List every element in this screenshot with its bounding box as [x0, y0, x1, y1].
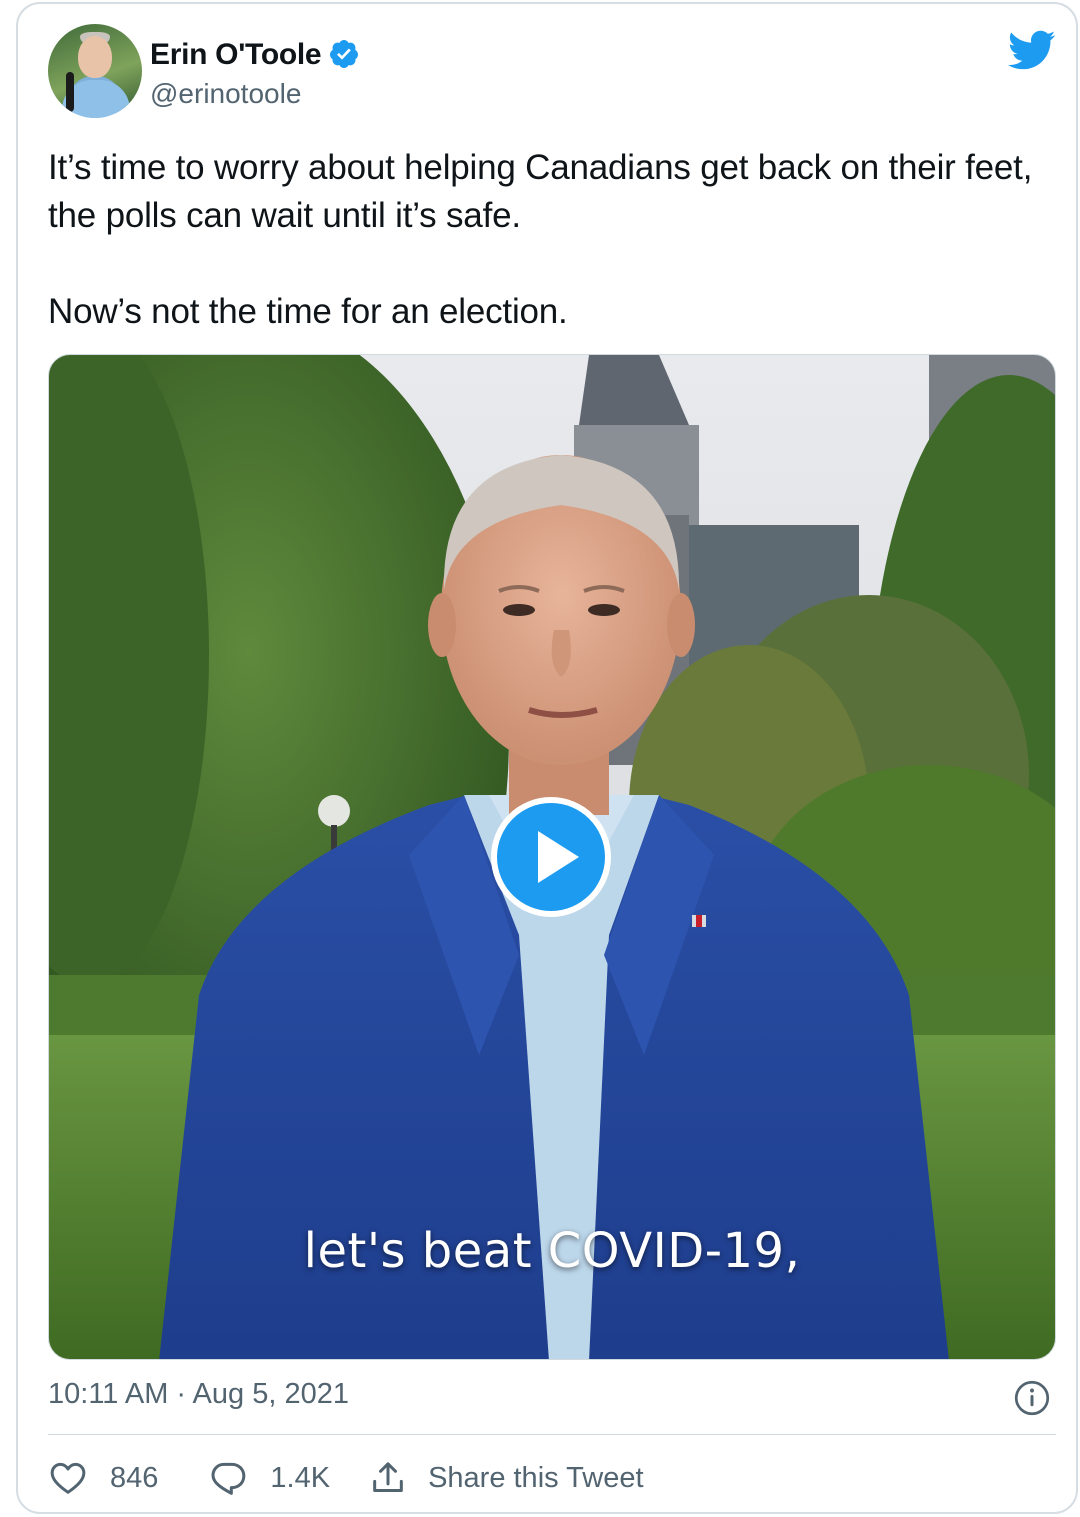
tweet-video[interactable]: let's beat COVID-19,: [48, 354, 1056, 1360]
divider: [48, 1434, 1056, 1435]
share-button[interactable]: Share this Tweet: [368, 1458, 644, 1498]
twitter-bird-icon[interactable]: [1006, 28, 1056, 72]
reply-button[interactable]: 1.4K: [208, 1458, 330, 1498]
reply-icon: [211, 1462, 246, 1495]
avatar-head: [78, 36, 112, 78]
like-button[interactable]: 846: [48, 1458, 158, 1498]
author-name[interactable]: Erin O'Toole: [150, 38, 322, 72]
author-handle[interactable]: @erinotoole: [150, 78, 301, 110]
tweet-text: It’s time to worry about helping Canadia…: [48, 148, 1033, 331]
verified-badge-icon: [329, 40, 358, 68]
video-caption: let's beat COVID-19,: [303, 1223, 801, 1279]
reply-count: 1.4K: [270, 1461, 331, 1494]
info-icon[interactable]: [1014, 1380, 1050, 1416]
heart-icon: [50, 1462, 86, 1494]
share-label: Share this Tweet: [428, 1461, 644, 1494]
share-icon: [373, 1462, 403, 1492]
action-bar: 846 1.4K Share this Tweet: [48, 1452, 644, 1504]
tweet-timestamp[interactable]: 10:11 AM · Aug 5, 2021: [48, 1378, 349, 1411]
avatar-microphone: [66, 72, 74, 112]
avatar[interactable]: [48, 24, 142, 118]
play-icon[interactable]: [487, 793, 615, 921]
like-count: 846: [110, 1461, 159, 1494]
